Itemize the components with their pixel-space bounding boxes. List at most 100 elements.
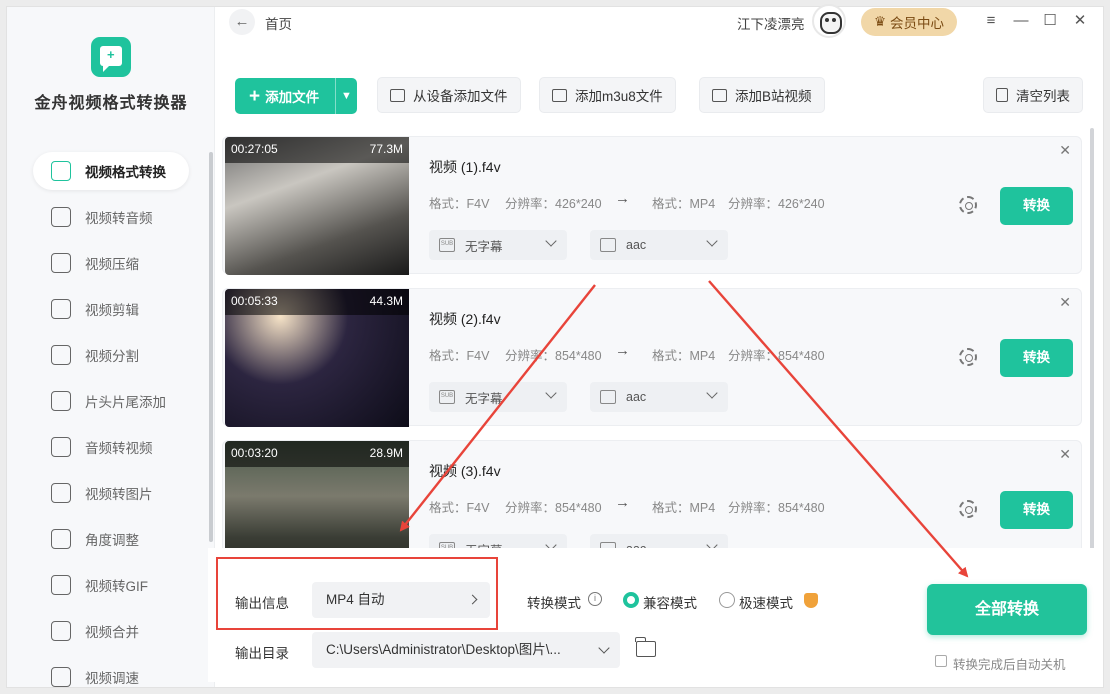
gif-icon <box>51 575 71 595</box>
chevron-down-icon <box>598 642 610 654</box>
film-strip-icon <box>51 391 71 411</box>
gear-icon[interactable] <box>959 196 977 214</box>
file-card: 00:27:05 77.3M 视频 (1).f4v 格式：F4V 分辨率：426… <box>222 136 1082 275</box>
add-from-device-button[interactable]: 从设备添加文件 <box>377 77 521 113</box>
audio-track-select[interactable]: aac <box>590 230 728 260</box>
add-bilibili-button[interactable]: 添加B站视频 <box>699 77 825 113</box>
auto-shutdown-checkbox[interactable] <box>935 655 947 667</box>
sidebar-item-label: 视频分割 <box>85 349 139 364</box>
convert-button[interactable]: 转换 <box>1000 339 1073 377</box>
convert-button[interactable]: 转换 <box>1000 491 1073 529</box>
play-box-icon <box>552 88 567 102</box>
sidebar-item-10[interactable]: 视频合并 <box>33 612 189 650</box>
music-note-icon <box>51 207 71 227</box>
sidebar-item-label: 视频转音频 <box>85 211 153 226</box>
rotate-icon <box>51 529 71 549</box>
tv-icon <box>712 88 727 102</box>
source-resolution: 分辨率：854*480 <box>505 501 602 515</box>
menu-icon[interactable]: ≡ <box>981 11 1001 31</box>
back-button[interactable]: ← <box>229 9 255 35</box>
subtitle-select[interactable]: SUB 无字幕 <box>429 230 567 260</box>
add-file-button[interactable]: + 添加文件 ▼ <box>235 78 357 114</box>
minimize-icon[interactable]: — <box>1011 11 1031 31</box>
convert-button[interactable]: 转换 <box>1000 187 1073 225</box>
output-dir-label: 输出目录 <box>235 646 289 661</box>
folder-icon[interactable] <box>635 637 656 657</box>
sidebar-item-6[interactable]: 音频转视频 <box>33 428 189 466</box>
video-thumbnail[interactable]: 00:03:20 28.9M <box>225 441 409 556</box>
sidebar-item-label: 视频剪辑 <box>85 303 139 318</box>
avatar[interactable] <box>812 4 846 38</box>
app-logo-icon <box>91 37 131 77</box>
sidebar-item-label: 角度调整 <box>85 533 139 548</box>
subtitle-value: 无字幕 <box>465 391 503 406</box>
gear-icon[interactable] <box>959 348 977 366</box>
sidebar-scrollbar[interactable] <box>209 152 213 542</box>
sidebar-item-11[interactable]: 视频调速 <box>33 658 189 694</box>
maximize-icon[interactable]: ☐ <box>1040 11 1060 31</box>
convert-mode-label: 转换模式 <box>527 596 581 611</box>
source-format: 格式：F4V <box>429 349 490 363</box>
video-size: 28.9M <box>369 446 403 460</box>
subtitle-select[interactable]: SUB 无字幕 <box>429 382 567 412</box>
sidebar-item-0[interactable]: 视频格式转换 <box>33 152 189 190</box>
chevron-down-icon <box>706 387 718 399</box>
sidebar-item-4[interactable]: 视频分割 <box>33 336 189 374</box>
sidebar-item-1[interactable]: 视频转音频 <box>33 198 189 236</box>
compress-icon <box>51 253 71 273</box>
output-dir-select[interactable]: C:\Users\Administrator\Desktop\图片\... <box>312 632 620 668</box>
video-duration: 00:27:05 <box>231 142 278 156</box>
mode-fast-label: 极速模式 <box>739 596 793 611</box>
output-dir-value: C:\Users\Administrator\Desktop\图片\... <box>326 642 561 657</box>
remove-file-close-icon[interactable]: ✕ <box>1059 294 1071 311</box>
target-format: 格式：MP4 <box>652 197 716 211</box>
sidebar-item-label: 音频转视频 <box>85 441 153 456</box>
arrow-right-icon: → <box>615 190 630 207</box>
sidebar-item-label: 视频转GIF <box>85 579 148 594</box>
remove-file-close-icon[interactable]: ✕ <box>1059 142 1071 159</box>
convert-all-button[interactable]: 全部转换 <box>927 584 1087 635</box>
video-thumbnail[interactable]: 00:27:05 77.3M <box>225 137 409 275</box>
mode-compat-radio[interactable] <box>623 592 639 608</box>
sidebar-item-label: 视频转图片 <box>85 487 153 502</box>
sidebar-menu: 视频格式转换视频转音频视频压缩视频剪辑视频分割片头片尾添加音频转视频视频转图片角… <box>33 152 189 694</box>
video-thumbnail[interactable]: 00:05:33 44.3M <box>225 289 409 427</box>
app-title: 金舟视频格式转换器 <box>34 95 188 112</box>
audio-disc-icon <box>51 437 71 457</box>
file-list-scrollbar[interactable] <box>1090 128 1094 556</box>
gear-icon[interactable] <box>959 500 977 518</box>
file-card: 00:03:20 28.9M 视频 (3).f4v 格式：F4V 分辨率：854… <box>222 440 1082 556</box>
remove-file-close-icon[interactable]: ✕ <box>1059 446 1071 463</box>
mode-fast-radio[interactable] <box>719 592 735 608</box>
add-file-main[interactable]: + 添加文件 <box>235 86 335 106</box>
add-bilibili-label: 添加B站视频 <box>735 89 812 104</box>
source-resolution: 分辨率：854*480 <box>505 349 602 363</box>
auto-shutdown-label: 转换完成后自动关机 <box>953 658 1066 672</box>
add-file-dropdown-chevron-icon[interactable]: ▼ <box>335 78 357 114</box>
device-icon <box>390 88 405 102</box>
clear-list-button[interactable]: 清空列表 <box>983 77 1083 113</box>
sidebar-item-7[interactable]: 视频转图片 <box>33 474 189 512</box>
video-duration: 00:03:20 <box>231 446 278 460</box>
audio-track-select[interactable]: aac <box>590 382 728 412</box>
file-name: 视频 (3).f4v <box>429 463 501 479</box>
sidebar-item-8[interactable]: 角度调整 <box>33 520 189 558</box>
video-duration: 00:05:33 <box>231 294 278 308</box>
source-format: 格式：F4V <box>429 501 490 515</box>
sidebar-item-9[interactable]: 视频转GIF <box>33 566 189 604</box>
vip-center-button[interactable]: ♛ 会员中心 <box>861 8 957 36</box>
audio-track-value: aac <box>626 390 647 404</box>
merge-icon <box>51 621 71 641</box>
sidebar-item-2[interactable]: 视频压缩 <box>33 244 189 282</box>
sidebar-item-5[interactable]: 片头片尾添加 <box>33 382 189 420</box>
file-card: 00:05:33 44.3M 视频 (2).f4v 格式：F4V 分辨率：854… <box>222 288 1082 427</box>
info-icon[interactable]: i <box>588 592 602 606</box>
add-m3u8-button[interactable]: 添加m3u8文件 <box>539 77 676 113</box>
sidebar-item-label: 视频合并 <box>85 625 139 640</box>
sidebar-item-3[interactable]: 视频剪辑 <box>33 290 189 328</box>
file-list: 00:27:05 77.3M 视频 (1).f4v 格式：F4V 分辨率：426… <box>222 136 1082 556</box>
sidebar-item-label: 视频压缩 <box>85 257 139 272</box>
close-icon[interactable]: ✕ <box>1070 11 1090 31</box>
crown-icon: ♛ <box>873 14 887 29</box>
split-icon <box>51 345 71 365</box>
